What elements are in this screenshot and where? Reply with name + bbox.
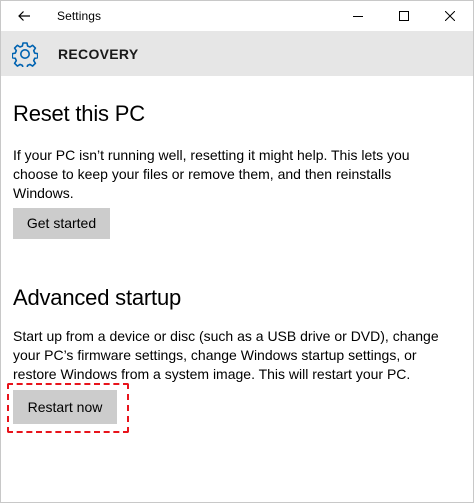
get-started-button[interactable]: Get started xyxy=(13,208,110,239)
back-button[interactable] xyxy=(1,1,47,31)
maximize-icon xyxy=(399,11,409,21)
title-bar: Settings xyxy=(1,1,473,31)
reset-pc-description: If your PC isn’t running well, resetting… xyxy=(13,147,410,201)
minimize-button[interactable] xyxy=(335,1,381,31)
close-button[interactable] xyxy=(427,1,473,31)
page-title: RECOVERY xyxy=(58,45,139,62)
minimize-icon xyxy=(353,16,363,17)
close-icon xyxy=(445,11,455,21)
maximize-button[interactable] xyxy=(381,1,427,31)
page-header: RECOVERY xyxy=(1,31,473,76)
gear-icon xyxy=(12,41,38,67)
advanced-startup-heading: Advanced startup xyxy=(13,285,182,310)
window-title: Settings xyxy=(57,9,102,23)
advanced-startup-description: Start up from a device or disc (such as … xyxy=(13,328,439,382)
back-arrow-icon xyxy=(18,11,30,21)
settings-window: Settings RECOVERY Reset this PC If your … xyxy=(0,0,474,503)
restart-now-button[interactable]: Restart now xyxy=(13,390,117,424)
window-controls xyxy=(335,1,473,31)
reset-pc-heading: Reset this PC xyxy=(13,101,145,126)
